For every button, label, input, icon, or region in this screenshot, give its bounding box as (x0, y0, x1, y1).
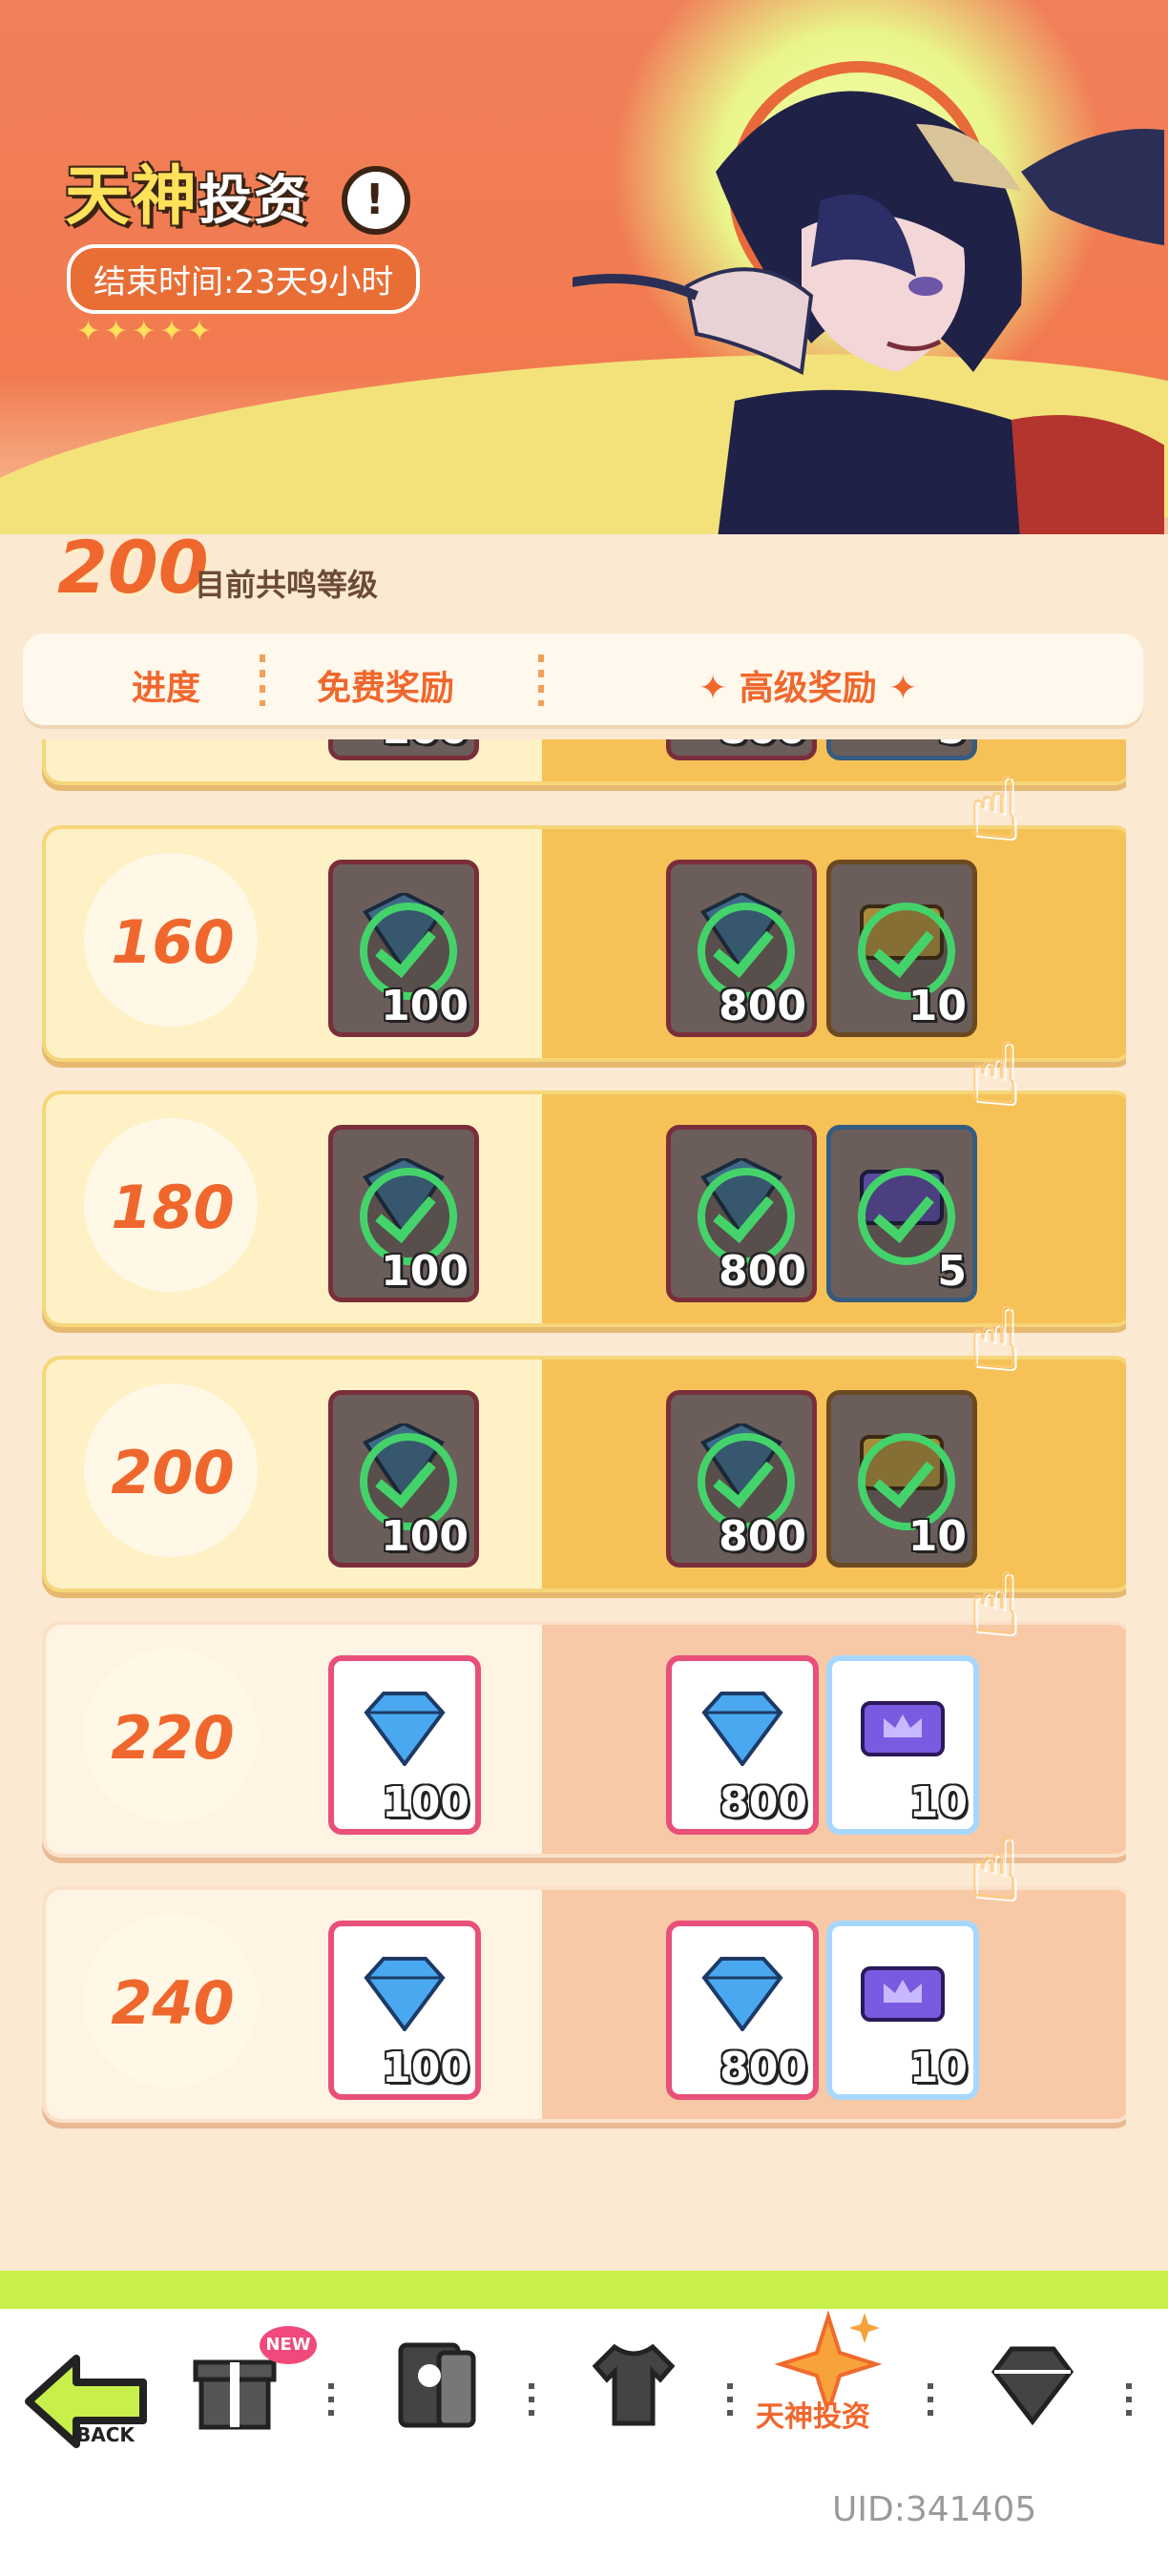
outfit-nav-button[interactable] (576, 2337, 691, 2471)
free-reward-item[interactable]: 100 (328, 1921, 481, 2100)
free-reward-item[interactable]: 100 (328, 1390, 479, 1568)
premium-reward-item[interactable]: 800 (666, 1390, 817, 1568)
end-time-label: 结束时间:23天9小时 (67, 244, 421, 314)
bottom-nav: BACK NEW (0, 2271, 1168, 2576)
premium-reward-item[interactable]: 800 (666, 860, 817, 1037)
free-reward-item[interactable]: 100 (328, 860, 479, 1037)
reward-row: 180 100 800 5 (42, 1091, 1126, 1327)
back-button-label: BACK (76, 2423, 135, 2446)
premium-reward-item[interactable]: 5 (826, 1125, 977, 1302)
premium-reward-item: 5 (826, 739, 977, 760)
reward-table-header: 进度 免费奖励 ✦ 高级奖励 ✦ (23, 634, 1143, 725)
nav-divider (928, 2383, 933, 2421)
free-reward-item[interactable]: 100 (328, 1655, 481, 1835)
pointing-hand-icon: ☝ (968, 1024, 1020, 1124)
card-icon (398, 2342, 476, 2428)
row-level: 220 (111, 1703, 235, 1773)
row-level: 160 (111, 907, 235, 977)
blue-diamond-icon (701, 1692, 783, 1766)
resonance-level-value: 200 (57, 525, 209, 610)
crown-ticket-icon (861, 1701, 945, 1756)
premium-reward-item: 800 (666, 739, 817, 760)
user-id: UID:341405 (832, 2490, 1037, 2529)
premium-reward-item[interactable]: 800 (666, 1655, 819, 1835)
reward-list[interactable]: 100 800 5 160 100 800 10 (42, 739, 1126, 2132)
diamond-icon (991, 2346, 1074, 2426)
premium-reward-item[interactable]: 10 (826, 1921, 979, 2100)
pointing-hand-icon: ☝ (968, 1289, 1020, 1389)
shirt-icon (592, 2343, 676, 2426)
progress-column-header: 进度 (132, 669, 201, 708)
nav-top-stripe (0, 2271, 1168, 2309)
pointing-hand-icon: ☝ (968, 1554, 1020, 1654)
star-decoration: ✦✦✦✦✦ (76, 315, 216, 348)
header-divider (260, 654, 265, 706)
blue-diamond-icon (364, 1692, 446, 1766)
event-title: 天神投资 ! (65, 143, 410, 238)
reward-row: 200 100 800 10 (42, 1356, 1126, 1592)
premium-reward-item[interactable]: 800 (666, 1921, 819, 2100)
active-tab-label: 天神投资 (756, 2400, 870, 2434)
premium-reward-column-header: ✦ 高级奖励 ✦ (699, 669, 918, 708)
info-icon[interactable]: ! (341, 166, 410, 236)
row-level: 180 (111, 1173, 235, 1242)
header-divider (538, 654, 544, 706)
diamond-nav-button[interactable] (975, 2337, 1090, 2471)
blue-diamond-icon (364, 1957, 446, 2031)
nav-divider (727, 2383, 733, 2421)
free-reward-item[interactable]: 100 (328, 1125, 479, 1302)
reward-row: 240 100 800 10 (42, 1886, 1126, 2123)
blue-diamond-icon (701, 1957, 783, 2031)
premium-reward-item[interactable]: 10 (826, 860, 977, 1037)
pointing-hand-icon: ☝ (968, 758, 1020, 859)
premium-reward-item[interactable]: 10 (826, 1655, 979, 1835)
resonance-level-label: 目前共鸣等级 (195, 567, 379, 603)
row-level: 240 (111, 1968, 235, 2038)
event-banner: 天神投资 ! 结束时间:23天9小时 ✦✦✦✦✦ (0, 0, 1168, 534)
row-level: 200 (111, 1438, 235, 1507)
reward-row-partial: 100 800 5 (42, 739, 1126, 785)
crown-ticket-icon (861, 1966, 945, 2022)
free-reward-column-header: 免费奖励 (317, 669, 455, 708)
card-nav-button[interactable] (378, 2337, 492, 2471)
reward-row: 220 100 800 10 (42, 1621, 1126, 1858)
character-illustration (573, 61, 1164, 534)
nav-divider (529, 2383, 534, 2421)
new-badge: NEW (260, 2326, 317, 2364)
free-reward-item: 100 (328, 739, 479, 760)
nav-divider (328, 2383, 334, 2421)
nav-divider (1126, 2383, 1132, 2421)
premium-reward-item[interactable]: 10 (826, 1390, 977, 1568)
premium-reward-item[interactable]: 800 (666, 1125, 817, 1302)
reward-row: 160 100 800 10 (42, 825, 1126, 1062)
pointing-hand-icon: ☝ (968, 1819, 1020, 1920)
